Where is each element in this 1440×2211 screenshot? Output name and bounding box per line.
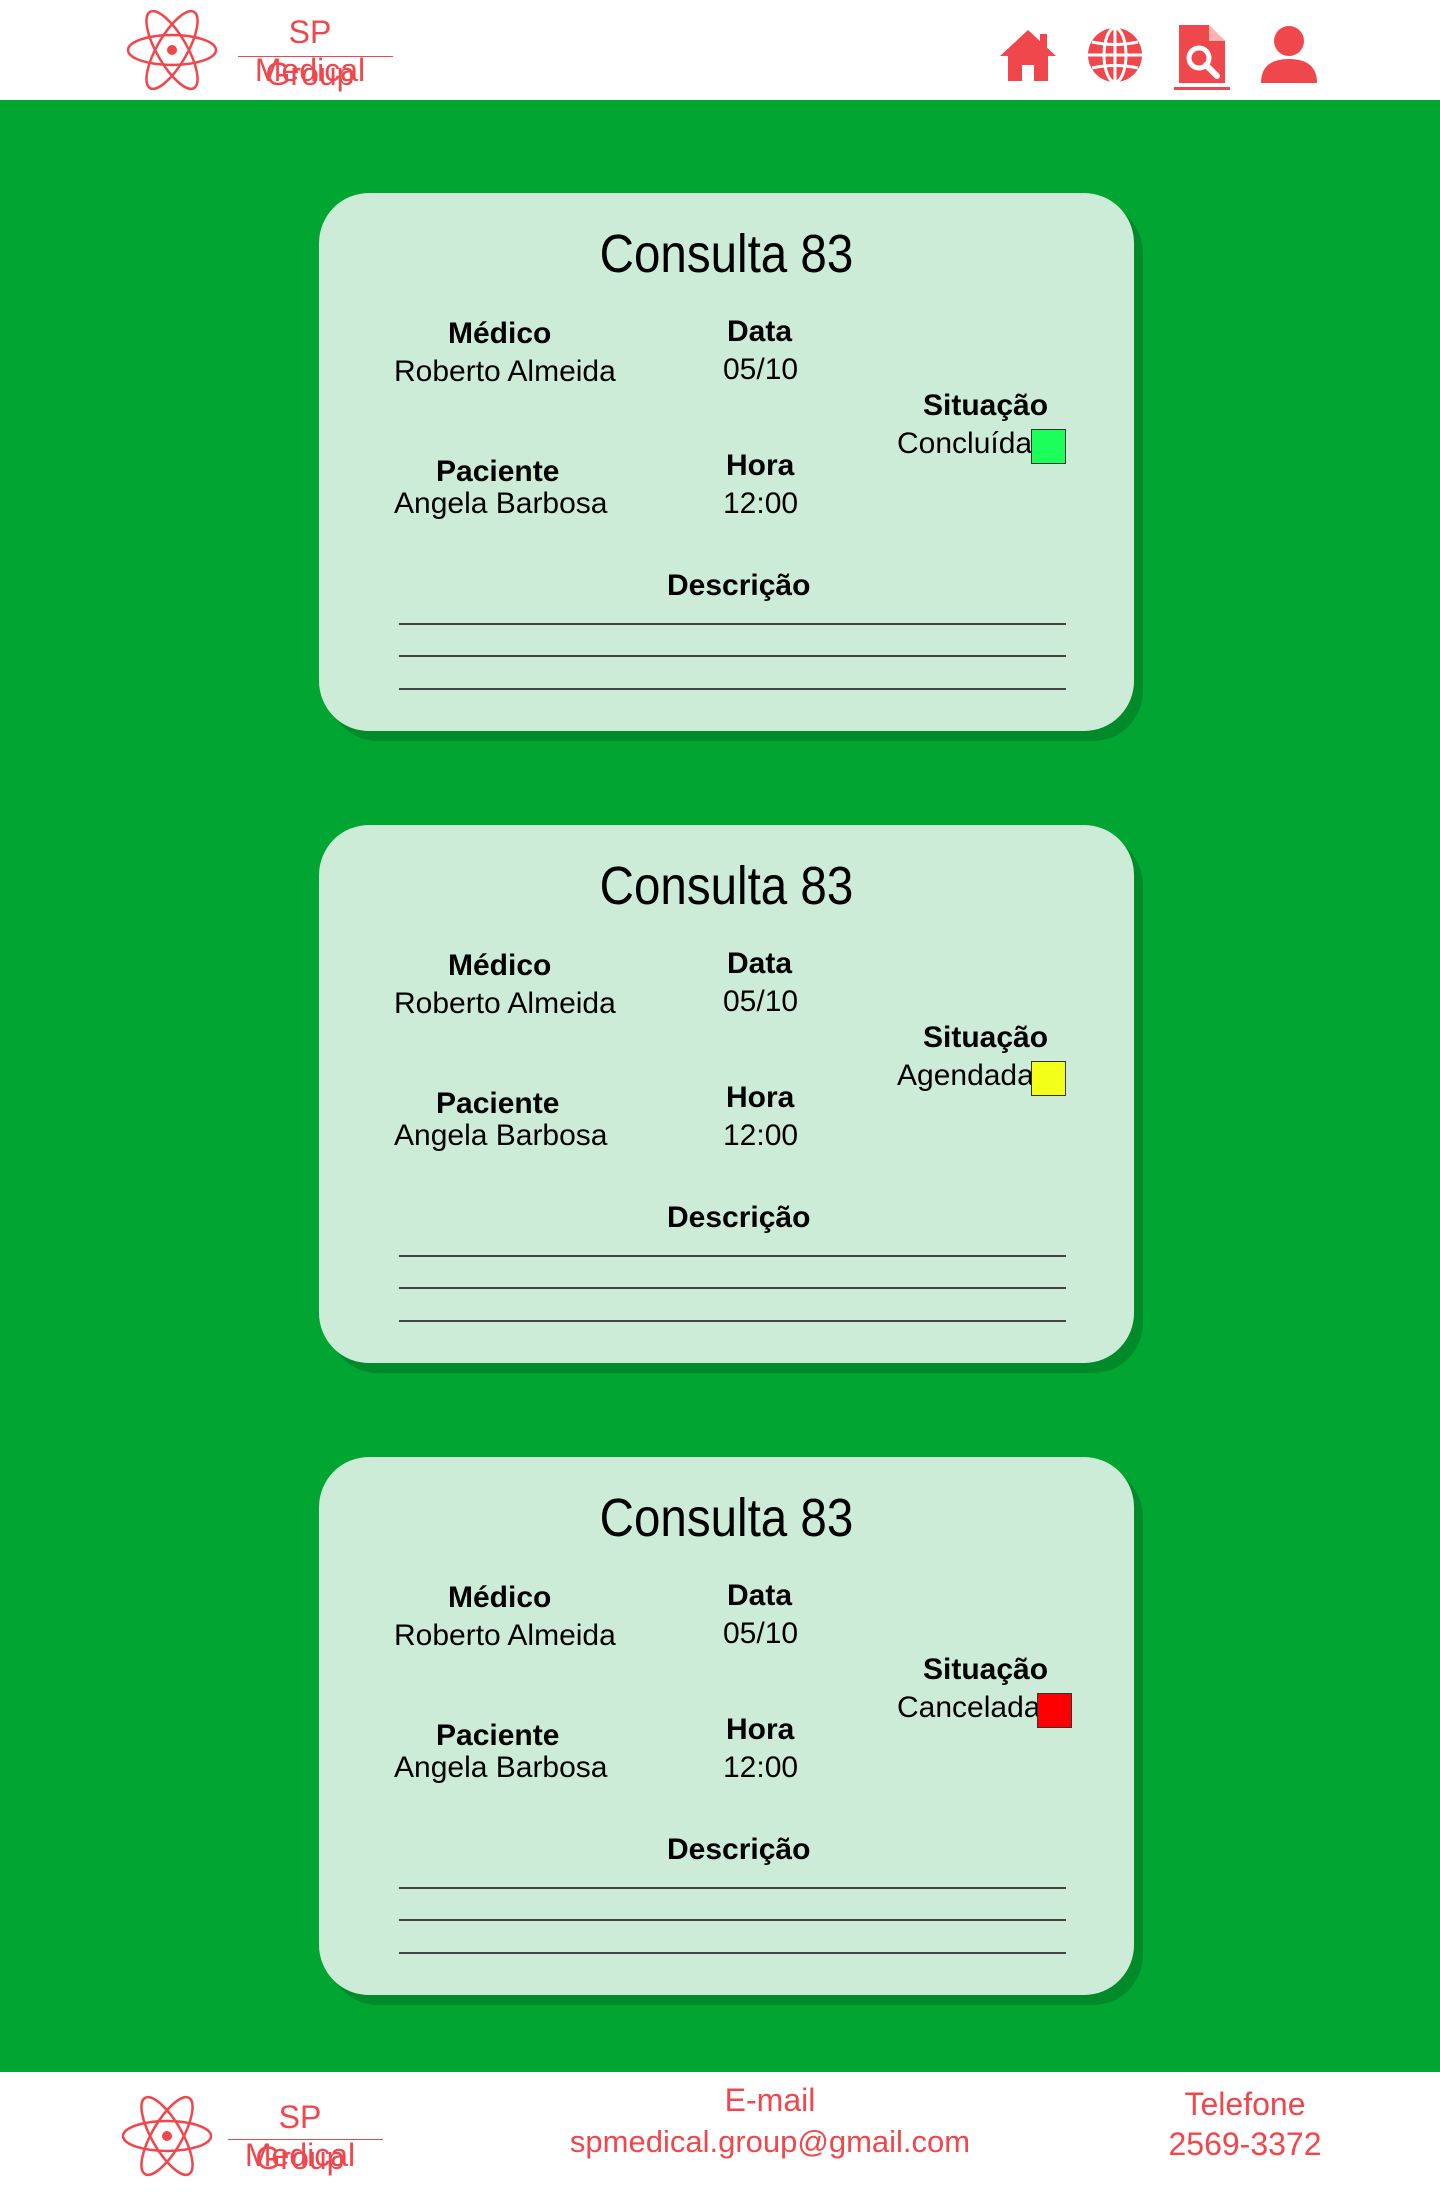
description-line <box>399 1287 1066 1289</box>
hora-value: 12:00 <box>723 1751 799 1784</box>
hora-value: 12:00 <box>723 487 799 520</box>
card-title: Consulta 83 <box>599 224 854 284</box>
email-link[interactable]: spmedical.group@gmail.com <box>560 2124 980 2160</box>
paciente-value: Angela Barbosa <box>394 1119 608 1152</box>
situacao-value: Concluída <box>897 427 1033 460</box>
header-brand[interactable]: SP Medical Group <box>125 8 395 93</box>
data-label: Data <box>727 947 793 980</box>
hora-label: Hora <box>726 449 795 482</box>
medico-value: Roberto Almeida <box>394 1619 616 1652</box>
paciente-label: Paciente <box>436 1719 560 1752</box>
appointment-card[interactable]: Consulta 83 Médico Roberto Almeida Data … <box>319 825 1134 1363</box>
brand-name-line2: Group <box>265 56 355 92</box>
situacao-label: Situação <box>923 1653 1049 1686</box>
footer-brand[interactable]: SP Medical Group <box>120 2094 390 2179</box>
user-icon[interactable] <box>1260 25 1318 83</box>
hora-label: Hora <box>726 1081 795 1114</box>
appointment-card[interactable]: Consulta 83 Médico Roberto Almeida Data … <box>319 1457 1134 1995</box>
medico-value: Roberto Almeida <box>394 987 616 1020</box>
brand-name-line2: Group <box>255 2140 345 2176</box>
situacao-label: Situação <box>923 389 1049 422</box>
paciente-label: Paciente <box>436 1087 560 1120</box>
status-indicator <box>1031 1061 1066 1096</box>
description-line <box>399 655 1066 657</box>
paciente-value: Angela Barbosa <box>394 487 608 520</box>
description-line <box>399 688 1066 690</box>
data-value: 05/10 <box>723 985 799 1018</box>
card-title: Consulta 83 <box>599 1488 854 1548</box>
data-value: 05/10 <box>723 353 799 386</box>
email-label: E-mail <box>724 2082 816 2118</box>
descricao-label: Descrição <box>667 1201 811 1234</box>
hora-value: 12:00 <box>723 1119 799 1152</box>
situacao-value: Agendada <box>897 1059 1034 1092</box>
situacao-value: Cancelada <box>897 1691 1041 1724</box>
home-icon[interactable] <box>998 28 1058 83</box>
status-indicator <box>1031 429 1066 464</box>
phone-value[interactable]: 2569-3372 <box>1150 2126 1340 2163</box>
paciente-label: Paciente <box>436 455 560 488</box>
descricao-label: Descrição <box>667 1833 811 1866</box>
medico-label: Médico <box>448 317 552 350</box>
atom-icon <box>126 9 218 91</box>
globe-icon[interactable] <box>1085 25 1145 85</box>
card-title: Consulta 83 <box>599 856 854 916</box>
situacao-label: Situação <box>923 1021 1049 1054</box>
medico-label: Médico <box>448 1581 552 1614</box>
medico-label: Médico <box>448 949 552 982</box>
description-line <box>399 623 1066 625</box>
description-line <box>399 1919 1066 1921</box>
data-label: Data <box>727 1579 793 1612</box>
description-line <box>399 1255 1066 1257</box>
medico-value: Roberto Almeida <box>394 355 616 388</box>
data-value: 05/10 <box>723 1617 799 1650</box>
document-search-icon[interactable] <box>1175 25 1229 83</box>
description-line <box>399 1887 1066 1889</box>
nav-active-indicator <box>1174 87 1230 90</box>
data-label: Data <box>727 315 793 348</box>
paciente-value: Angela Barbosa <box>394 1751 608 1784</box>
atom-icon <box>121 2095 213 2177</box>
hora-label: Hora <box>726 1713 795 1746</box>
description-line <box>399 1320 1066 1322</box>
status-indicator <box>1037 1693 1072 1728</box>
description-line <box>399 1952 1066 1954</box>
descricao-label: Descrição <box>667 569 811 602</box>
footer: SP Medical Group E-mail spmedical.group@… <box>0 2072 1440 2211</box>
phone-label: Telefone <box>1184 2086 1306 2122</box>
header: SP Medical Group <box>0 0 1440 100</box>
appointment-card[interactable]: Consulta 83 Médico Roberto Almeida Data … <box>319 193 1134 731</box>
